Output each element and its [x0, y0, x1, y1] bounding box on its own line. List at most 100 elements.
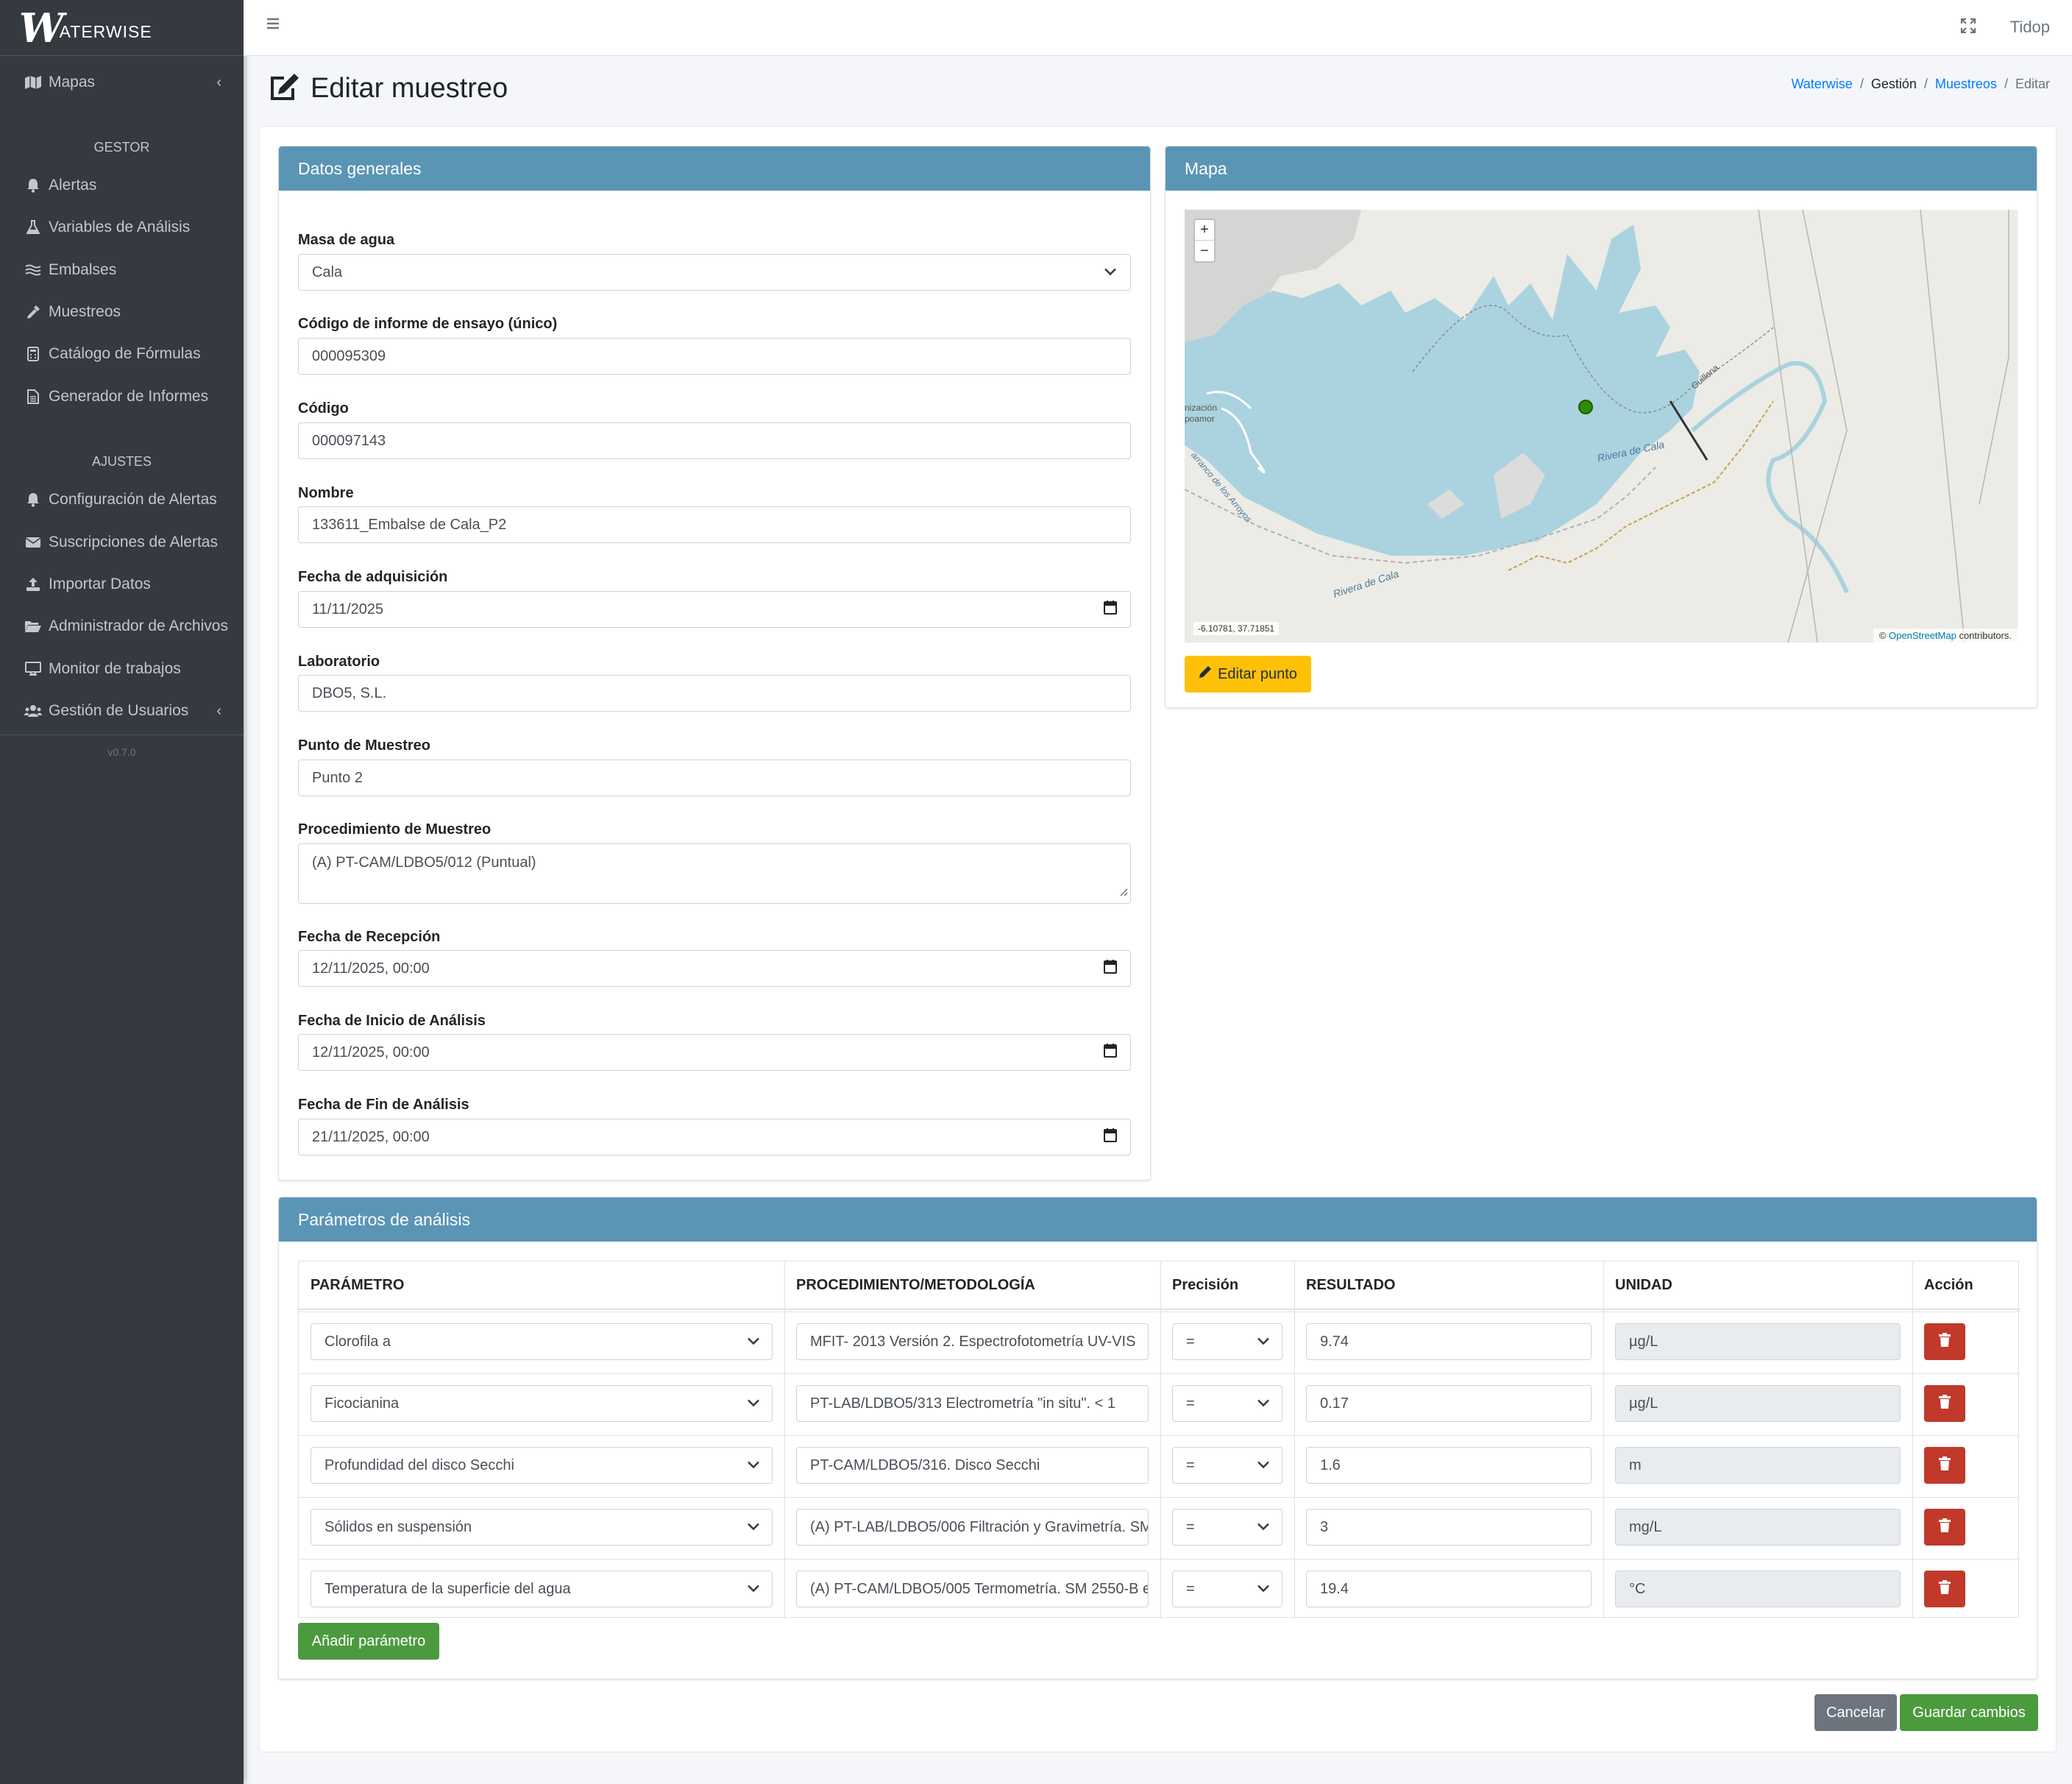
resultado-input[interactable]: 3: [1306, 1509, 1592, 1546]
resultado-input[interactable]: 19.4: [1306, 1571, 1592, 1607]
general-data-card: Datos generales Masa de agua Cala Código…: [278, 146, 1151, 1181]
resultado-input[interactable]: 0.17: [1306, 1385, 1592, 1422]
map-header: Mapa: [1166, 146, 2037, 191]
fecha-adquisicion-input[interactable]: 11/11/2025: [298, 591, 1131, 628]
map-view[interactable]: nización poamor Rivera de Cala Rivera de…: [1185, 210, 2018, 643]
sidebar-item-label: Alertas: [49, 177, 97, 194]
fecha-fin-input[interactable]: 21/11/2025, 00:00: [298, 1119, 1131, 1155]
general-data-header: Datos generales: [279, 146, 1150, 191]
parametro-select[interactable]: Sólidos en suspensión: [311, 1509, 773, 1546]
osm-link[interactable]: OpenStreetMap: [1889, 630, 1956, 641]
procedimiento-textarea[interactable]: (A) PT-CAM/LDBO5/012 (Puntual): [298, 843, 1131, 904]
procedimiento-input[interactable]: (A) PT-CAM/LDBO5/005 Termometría. SM 255…: [796, 1571, 1149, 1607]
calendar-icon[interactable]: [1104, 1043, 1117, 1062]
brand-logo[interactable]: W ATERWISE: [0, 0, 244, 56]
bell-icon: [22, 178, 44, 193]
delete-row-button[interactable]: [1924, 1323, 1965, 1360]
sidebar-item-generador[interactable]: Generador de Informes: [0, 378, 244, 415]
procedimiento-input[interactable]: PT-LAB/LDBO5/313 Electrometría "in situ"…: [796, 1385, 1149, 1422]
sidebar-item-muestreos[interactable]: Muestreos: [0, 294, 244, 330]
unidad-input: m: [1615, 1447, 1901, 1484]
sidebar-item-suscripciones[interactable]: Suscripciones de Alertas: [0, 524, 244, 561]
add-parameter-button[interactable]: Añadir parámetro: [298, 1623, 439, 1660]
nombre-input[interactable]: 133611_Embalse de Cala_P2: [298, 506, 1131, 543]
laboratorio-input[interactable]: DBO5, S.L.: [298, 675, 1131, 712]
precision-select[interactable]: =: [1172, 1385, 1282, 1422]
parametro-select[interactable]: Ficocianina: [311, 1385, 773, 1422]
precision-select[interactable]: =: [1172, 1571, 1282, 1607]
edit-point-button[interactable]: Editar punto: [1185, 656, 1311, 693]
procedimiento-input[interactable]: (A) PT-LAB/LDBO5/006 Filtración y Gravim…: [796, 1509, 1149, 1546]
main-card: Datos generales Masa de agua Cala Código…: [260, 127, 2056, 1752]
precision-select[interactable]: =: [1172, 1447, 1282, 1484]
precision-select[interactable]: =: [1172, 1509, 1282, 1546]
desktop-icon: [22, 662, 44, 676]
hamburger-menu-icon[interactable]: [266, 16, 280, 35]
delete-row-button[interactable]: [1924, 1385, 1965, 1422]
breadcrumb-separator: /: [1923, 77, 1928, 91]
resultado-value: 0.17: [1320, 1395, 1349, 1412]
users-icon: [22, 704, 44, 718]
punto-input[interactable]: Punto 2: [298, 760, 1131, 796]
precision-select[interactable]: =: [1172, 1323, 1282, 1360]
sidebar-item-label: Embalses: [49, 261, 117, 278]
procedimiento-input[interactable]: MFIT- 2013 Versión 2. Espectrofotometría…: [796, 1323, 1149, 1360]
calendar-icon[interactable]: [1104, 600, 1117, 619]
sidebar-item-monitor[interactable]: Monitor de trabajos: [0, 651, 244, 687]
nombre-value: 133611_Embalse de Cala_P2: [312, 516, 507, 533]
precision-value: =: [1186, 1333, 1195, 1350]
sidebar-item-importar[interactable]: Importar Datos: [0, 566, 244, 603]
cancel-button[interactable]: Cancelar: [1814, 1694, 1897, 1731]
procedimiento-value: (A) PT-CAM/LDBO5/005 Termometría. SM 255…: [810, 1580, 1149, 1597]
sidebar-item-archivos[interactable]: Administrador de Archivos: [0, 608, 244, 645]
codigo-informe-input[interactable]: 000095309: [298, 338, 1131, 375]
zoom-out-button[interactable]: −: [1195, 241, 1214, 261]
chevron-down-icon: [1257, 1395, 1270, 1412]
parametro-select[interactable]: Temperatura de la superficie del agua: [311, 1571, 773, 1607]
fecha-recepcion-input[interactable]: 12/11/2025, 00:00: [298, 950, 1131, 987]
chevron-down-icon: [747, 1334, 760, 1351]
procedimiento-label: Procedimiento de Muestreo: [298, 821, 492, 838]
col-divider: [784, 1261, 785, 1618]
precision-value: =: [1186, 1580, 1195, 1597]
fecha-inicio-input[interactable]: 12/11/2025, 00:00: [298, 1034, 1131, 1071]
codigo-input[interactable]: 000097143: [298, 422, 1131, 459]
masa-select[interactable]: Cala: [298, 254, 1131, 291]
fullscreen-icon[interactable]: [1960, 18, 1976, 38]
fecha-fin-value: 21/11/2025, 00:00: [312, 1128, 430, 1145]
delete-row-button[interactable]: [1924, 1447, 1965, 1484]
pencil-icon: [1199, 665, 1212, 683]
user-menu[interactable]: Tidop: [2010, 18, 2050, 37]
sidebar-item-config-alertas[interactable]: Configuración de Alertas: [0, 481, 244, 518]
zoom-in-button[interactable]: +: [1195, 220, 1214, 241]
procedimiento-input[interactable]: PT-CAM/LDBO5/316. Disco Secchi: [796, 1447, 1149, 1484]
sidebar-item-usuarios[interactable]: Gestión de Usuarios ‹: [0, 693, 244, 729]
masa-label: Masa de agua: [298, 232, 395, 248]
breadcrumb-gestion: Gestión: [1870, 77, 1917, 91]
delete-row-button[interactable]: [1924, 1509, 1965, 1546]
sidebar-item-alertas[interactable]: Alertas: [0, 167, 244, 204]
chevron-down-icon: [1257, 1519, 1270, 1536]
calendar-icon[interactable]: [1104, 959, 1117, 978]
punto-label: Punto de Muestreo: [298, 737, 431, 754]
resize-handle-icon[interactable]: [1118, 884, 1128, 901]
unidad-value: µg/L: [1629, 1333, 1658, 1350]
parametro-select[interactable]: Profundidad del disco Secchi: [311, 1447, 773, 1484]
masa-value: Cala: [312, 263, 343, 280]
sidebar-item-label: Catálogo de Fórmulas: [49, 345, 201, 362]
sidebar-item-embalses[interactable]: Embalses: [0, 252, 244, 289]
trash-icon: [1938, 1518, 1951, 1537]
sidebar-item-variables[interactable]: Variables de Análisis: [0, 209, 244, 246]
resultado-value: 1.6: [1320, 1456, 1341, 1473]
calendar-icon[interactable]: [1104, 1128, 1117, 1147]
parametro-select[interactable]: Clorofila a: [311, 1323, 773, 1360]
resultado-input[interactable]: 9.74: [1306, 1323, 1592, 1360]
delete-row-button[interactable]: [1924, 1571, 1965, 1607]
sidebar-item-catalogo[interactable]: Catálogo de Fórmulas: [0, 336, 244, 372]
save-button[interactable]: Guardar cambios: [1900, 1694, 2038, 1731]
resultado-input[interactable]: 1.6: [1306, 1447, 1592, 1484]
top-navbar: Tidop: [244, 0, 2072, 56]
breadcrumb-waterwise[interactable]: Waterwise: [1791, 77, 1852, 92]
sidebar-item-mapas[interactable]: Mapas ‹: [0, 64, 244, 101]
breadcrumb-muestreos[interactable]: Muestreos: [1935, 77, 1997, 92]
